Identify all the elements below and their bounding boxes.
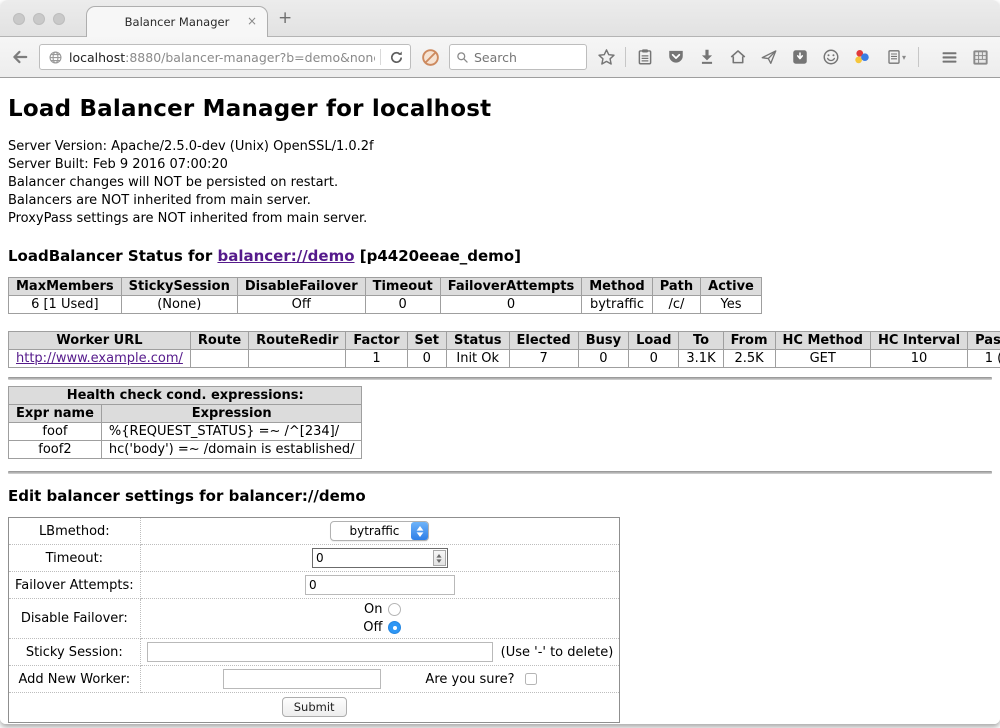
timeout-label: Timeout: xyxy=(9,545,141,572)
table-header-row: MaxMembers StickySession DisableFailover… xyxy=(9,278,762,296)
lbmethod-label: LBmethod: xyxy=(9,518,141,545)
url-bar[interactable]: localhost:8880/balancer-manager?b=demo&n… xyxy=(39,44,411,70)
table-header-row: Expr name Expression xyxy=(9,405,362,423)
number-spinner-icon[interactable] xyxy=(433,550,446,566)
sticky-session-note: (Use '-' to delete) xyxy=(501,645,614,660)
menu-hamburger-icon[interactable] xyxy=(937,45,961,69)
notes-sidebar-icon[interactable]: ▾ xyxy=(881,45,911,69)
add-new-worker-label: Add New Worker: xyxy=(9,666,141,693)
failover-attempts-input[interactable] xyxy=(305,575,455,595)
disable-failover-on-radio[interactable] xyxy=(388,603,401,616)
bookmark-star-icon[interactable] xyxy=(594,45,618,69)
server-built-line: Server Built: Feb 9 2016 07:00:20 xyxy=(8,156,992,174)
chevron-down-icon: ▾ xyxy=(902,53,906,62)
failover-attempts-label: Failover Attempts: xyxy=(9,572,141,599)
reload-icon[interactable] xyxy=(386,47,406,67)
lbmethod-select[interactable]: bytraffic xyxy=(330,521,429,541)
select-stepper-icon xyxy=(411,522,428,540)
sticky-session-label: Sticky Session: xyxy=(9,639,141,666)
tab-title: Balancer Manager xyxy=(125,15,230,29)
balancer-status-table: MaxMembers StickySession DisableFailover… xyxy=(8,277,762,314)
blocked-content-icon[interactable] xyxy=(418,45,442,69)
section-divider xyxy=(8,471,992,474)
title-bar: Balancer Manager × + xyxy=(0,0,1000,37)
edit-balancer-form: LBmethod: bytraffic Timeout: xyxy=(8,517,620,723)
inherit-note-line: Balancers are NOT inherited from main se… xyxy=(8,192,992,210)
loadbalancer-status-heading: LoadBalancer Status for balancer://demo … xyxy=(8,247,992,265)
send-tab-icon[interactable] xyxy=(757,45,781,69)
server-info: Server Version: Apache/2.5.0-dev (Unix) … xyxy=(8,138,992,228)
browser-window: Balancer Manager × + localhost:8880/bala… xyxy=(0,0,1000,724)
downloads-icon[interactable] xyxy=(695,45,719,69)
are-you-sure-checkbox[interactable] xyxy=(525,673,537,685)
table-row: 6 [1 Used] (None) Off 0 0 bytraffic /c/ … xyxy=(9,296,762,314)
tab-balancer-manager[interactable]: Balancer Manager × xyxy=(86,6,268,37)
worker-url-link[interactable]: http://www.example.com/ xyxy=(16,351,183,366)
table-row: http://www.example.com/ 1 0 Init Ok 7 0 … xyxy=(9,350,1000,368)
feedback-smiley-icon[interactable] xyxy=(819,45,843,69)
add-new-worker-input[interactable] xyxy=(223,669,381,689)
submit-button[interactable]: Submit xyxy=(282,697,347,717)
new-tab-button[interactable]: + xyxy=(278,10,292,27)
persist-note-line: Balancer changes will NOT be persisted o… xyxy=(8,174,992,192)
are-you-sure-label: Are you sure? xyxy=(425,672,514,687)
table-title-row: Health check cond. expressions: xyxy=(9,387,362,405)
back-button[interactable] xyxy=(8,45,32,69)
on-label: On xyxy=(358,602,382,617)
window-controls xyxy=(13,13,65,25)
form-row-add-worker: Add New Worker: Are you sure? xyxy=(9,666,620,693)
table-row: foof2 hc('body') =~ /domain is establish… xyxy=(9,441,362,459)
page-title: Load Balancer Manager for localhost xyxy=(8,96,992,122)
search-bar[interactable] xyxy=(449,44,587,70)
form-row-sticky-session: Sticky Session: (Use '-' to delete) xyxy=(9,639,620,666)
off-label: Off xyxy=(358,620,382,635)
search-input[interactable] xyxy=(474,50,580,65)
edit-balancer-heading: Edit balancer settings for balancer://de… xyxy=(8,487,992,505)
form-row-submit: Submit xyxy=(9,693,620,723)
minimize-window-button[interactable] xyxy=(33,13,45,25)
sticky-session-input[interactable] xyxy=(147,642,493,662)
save-to-device-icon[interactable] xyxy=(788,45,812,69)
search-icon xyxy=(456,51,469,64)
extension-dots-icon[interactable] xyxy=(850,45,874,69)
pocket-icon[interactable] xyxy=(664,45,688,69)
worker-status-table: Worker URL Route RouteRedir Factor Set S… xyxy=(8,331,1000,368)
navigation-toolbar: localhost:8880/balancer-manager?b=demo&n… xyxy=(0,37,1000,78)
zoom-window-button[interactable] xyxy=(53,13,65,25)
url-text: localhost:8880/balancer-manager?b=demo&n… xyxy=(69,50,375,65)
form-row-lbmethod: LBmethod: bytraffic xyxy=(9,518,620,545)
page-content: Load Balancer Manager for localhost Serv… xyxy=(0,78,1000,724)
clipboard-icon[interactable] xyxy=(633,45,657,69)
form-row-disable-failover: Disable Failover: On Off xyxy=(9,599,620,639)
tab-close-icon[interactable]: × xyxy=(247,14,257,28)
close-window-button[interactable] xyxy=(13,13,25,25)
tiles-grid-icon[interactable] xyxy=(968,45,992,69)
health-check-table: Health check cond. expressions: Expr nam… xyxy=(8,386,362,459)
disable-failover-label: Disable Failover: xyxy=(9,599,141,639)
home-icon[interactable] xyxy=(726,45,750,69)
section-divider xyxy=(8,377,992,380)
proxypass-note-line: ProxyPass settings are NOT inherited fro… xyxy=(8,210,992,228)
timeout-input[interactable] xyxy=(312,548,448,568)
table-header-row: Worker URL Route RouteRedir Factor Set S… xyxy=(9,332,1000,350)
server-version-line: Server Version: Apache/2.5.0-dev (Unix) … xyxy=(8,138,992,156)
balancer-demo-link[interactable]: balancer://demo xyxy=(217,247,354,265)
form-row-failover-attempts: Failover Attempts: xyxy=(9,572,620,599)
table-row: foof %{REQUEST_STATUS} =~ /^[234]/ xyxy=(9,423,362,441)
form-row-timeout: Timeout: xyxy=(9,545,620,572)
site-identity-globe-icon[interactable] xyxy=(46,48,64,66)
disable-failover-off-radio[interactable] xyxy=(388,621,401,634)
